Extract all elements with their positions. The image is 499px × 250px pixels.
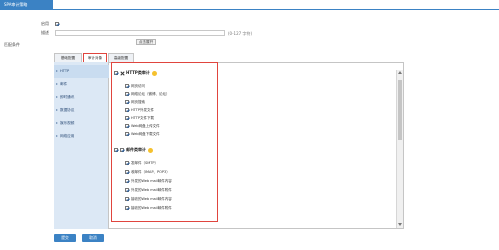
expand-arrow-icon xyxy=(56,70,58,72)
audit-item[interactable]: 收邮件（IMAP、POP3） xyxy=(125,169,170,175)
audit-item[interactable]: 网页访问 xyxy=(125,83,145,89)
item-checkbox[interactable] xyxy=(125,132,129,136)
audit-item[interactable]: HTTP外发文件 xyxy=(125,107,154,113)
info-icon xyxy=(148,147,153,153)
section-header-mail: 邮件类审计 xyxy=(114,146,153,154)
info-icon xyxy=(151,70,157,76)
audit-item[interactable]: 外发的Web mail邮件附件 xyxy=(125,187,172,193)
desc-label: 描述 xyxy=(41,30,49,35)
desc-input[interactable] xyxy=(55,30,225,36)
cancel-button[interactable]: 取消 xyxy=(82,234,104,242)
nav-item-data-protocol[interactable]: 数据协议 xyxy=(54,104,109,117)
nav-item-label: 数据协议 xyxy=(60,108,75,112)
title-divider xyxy=(0,9,499,10)
tab-basic-config[interactable]: 基础配置 xyxy=(54,53,82,62)
section-title: 邮件类审计 xyxy=(126,147,146,152)
tab-advanced-config[interactable]: 高级配置 xyxy=(108,53,134,62)
scroll-up-icon[interactable] xyxy=(398,71,402,74)
audit-item[interactable]: 网络论坛（微博、论坛） xyxy=(125,91,170,97)
nav-item-label: 网络应用 xyxy=(60,134,75,138)
audit-item[interactable]: 接收的Web mail邮件内容 xyxy=(125,196,172,202)
item-checkbox[interactable] xyxy=(125,92,129,96)
item-checkbox[interactable] xyxy=(125,170,129,174)
item-label: 网页搜索 xyxy=(131,100,145,104)
content-scrollbar[interactable] xyxy=(396,70,403,228)
section-title: HTTP类审计 xyxy=(126,70,150,75)
nav-item-label: 邮件 xyxy=(60,82,68,86)
enable-label: 启用 xyxy=(41,21,49,26)
item-label: 接收的Web mail邮件附件 xyxy=(131,206,172,210)
submit-button[interactable]: 提交 xyxy=(54,234,76,242)
item-checkbox[interactable] xyxy=(125,116,129,120)
scroll-thumb[interactable] xyxy=(398,80,402,140)
item-checkbox[interactable] xyxy=(125,206,129,210)
item-label: 发邮件（SMTP） xyxy=(131,161,158,165)
nav-item-im[interactable]: 即时通讯 xyxy=(54,91,109,104)
nav-item-http[interactable]: HTTP xyxy=(54,65,109,78)
audit-item[interactable]: Web网盘下载文件 xyxy=(125,131,160,137)
item-label: 网页访问 xyxy=(131,84,145,88)
expand-button[interactable]: 点击展开 xyxy=(136,39,156,45)
item-label: 外发的Web mail邮件内容 xyxy=(131,179,172,183)
nav-item-label: 即时通讯 xyxy=(60,95,75,99)
expand-arrow-icon xyxy=(56,122,58,124)
item-checkbox[interactable] xyxy=(125,197,129,201)
item-checkbox[interactable] xyxy=(125,100,129,104)
item-checkbox[interactable] xyxy=(125,108,129,112)
item-label: Web网盘下载文件 xyxy=(131,132,160,136)
section-header-http: HTTP类审计 xyxy=(114,69,157,77)
item-label: 网络论坛（微博、论坛） xyxy=(131,92,170,96)
item-checkbox[interactable] xyxy=(125,179,129,183)
audit-item[interactable]: 发邮件（SMTP） xyxy=(125,160,158,166)
section-checkbox-mail[interactable] xyxy=(114,148,118,152)
audit-item[interactable]: 网页搜索 xyxy=(125,99,145,105)
expand-arrow-icon xyxy=(56,109,58,111)
item-label: HTTP文件下载 xyxy=(131,116,154,120)
item-label: 收邮件（IMAP、POP3） xyxy=(131,170,170,174)
item-checkbox[interactable] xyxy=(125,124,129,128)
tools-icon xyxy=(120,71,125,76)
expand-arrow-icon xyxy=(56,96,58,98)
match-condition-label: 匹配条件 xyxy=(4,42,20,47)
item-label: 接收的Web mail邮件内容 xyxy=(131,197,172,201)
item-label: 外发的Web mail邮件附件 xyxy=(131,188,172,192)
item-checkbox[interactable] xyxy=(125,188,129,192)
enable-checkbox[interactable] xyxy=(55,22,59,26)
audit-item[interactable]: HTTP文件下载 xyxy=(125,115,154,121)
audit-item[interactable]: Web网盘上传文件 xyxy=(125,123,160,129)
nav-item-label: HTTP xyxy=(60,69,70,73)
item-label: Web网盘上传文件 xyxy=(131,124,160,128)
expand-arrow-icon xyxy=(56,135,58,137)
category-nav: HTTP 邮件 即时通讯 数据协议 娱乐视频 网络应用 xyxy=(54,62,109,229)
item-checkbox[interactable] xyxy=(125,84,129,88)
audit-item[interactable]: 接收的Web mail邮件附件 xyxy=(125,205,172,211)
mail-icon xyxy=(120,148,124,152)
nav-item-entertainment[interactable]: 娱乐视频 xyxy=(54,117,109,130)
nav-item-network-app[interactable]: 网络应用 xyxy=(54,130,109,143)
desc-hint: (0-127 字符) xyxy=(228,31,253,36)
section-checkbox-http[interactable] xyxy=(114,71,118,75)
audit-item[interactable]: 外发的Web mail邮件内容 xyxy=(125,178,172,184)
item-checkbox[interactable] xyxy=(125,161,129,165)
expand-arrow-icon xyxy=(56,83,58,85)
item-label: HTTP外发文件 xyxy=(131,108,154,112)
scroll-down-icon[interactable] xyxy=(398,223,402,226)
nav-item-mail[interactable]: 邮件 xyxy=(54,78,109,91)
nav-item-label: 娱乐视频 xyxy=(60,121,75,125)
